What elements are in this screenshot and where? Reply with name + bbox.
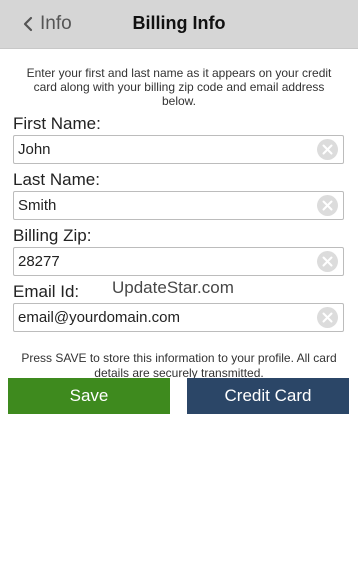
first-name-input-box [13,135,344,164]
close-icon [322,256,333,267]
clear-billing-zip-button[interactable] [317,251,338,272]
last-name-input[interactable] [14,192,308,218]
credit-card-button[interactable]: Credit Card [187,378,349,414]
close-icon [322,200,333,211]
email-label: Email Id: [13,282,80,301]
email-input[interactable] [14,304,308,330]
last-name-field: Last Name: [13,170,344,220]
page-title: Billing Info [132,13,226,33]
clear-last-name-button[interactable] [317,195,338,216]
first-name-input[interactable] [14,136,308,162]
first-name-label: First Name: [13,114,101,133]
first-name-field: First Name: [13,114,344,164]
billing-zip-input[interactable] [14,248,308,274]
clear-email-button[interactable] [317,307,338,328]
billing-zip-label: Billing Zip: [13,226,92,245]
last-name-label: Last Name: [13,170,100,189]
email-input-box [13,303,344,332]
save-button[interactable]: Save [8,378,170,414]
close-icon [322,312,333,323]
close-icon [322,144,333,155]
save-note: Press SAVE to store this information to … [21,351,337,380]
clear-first-name-button[interactable] [317,139,338,160]
email-field: Email Id: [13,282,344,332]
billing-zip-input-box [13,247,344,276]
billing-zip-field: Billing Zip: [13,226,344,276]
last-name-input-box [13,191,344,220]
nav-bar: Info Billing Info [0,0,358,49]
intro-text: Enter your first and last name as it app… [26,66,332,108]
button-row: Save Credit Card [8,378,349,414]
